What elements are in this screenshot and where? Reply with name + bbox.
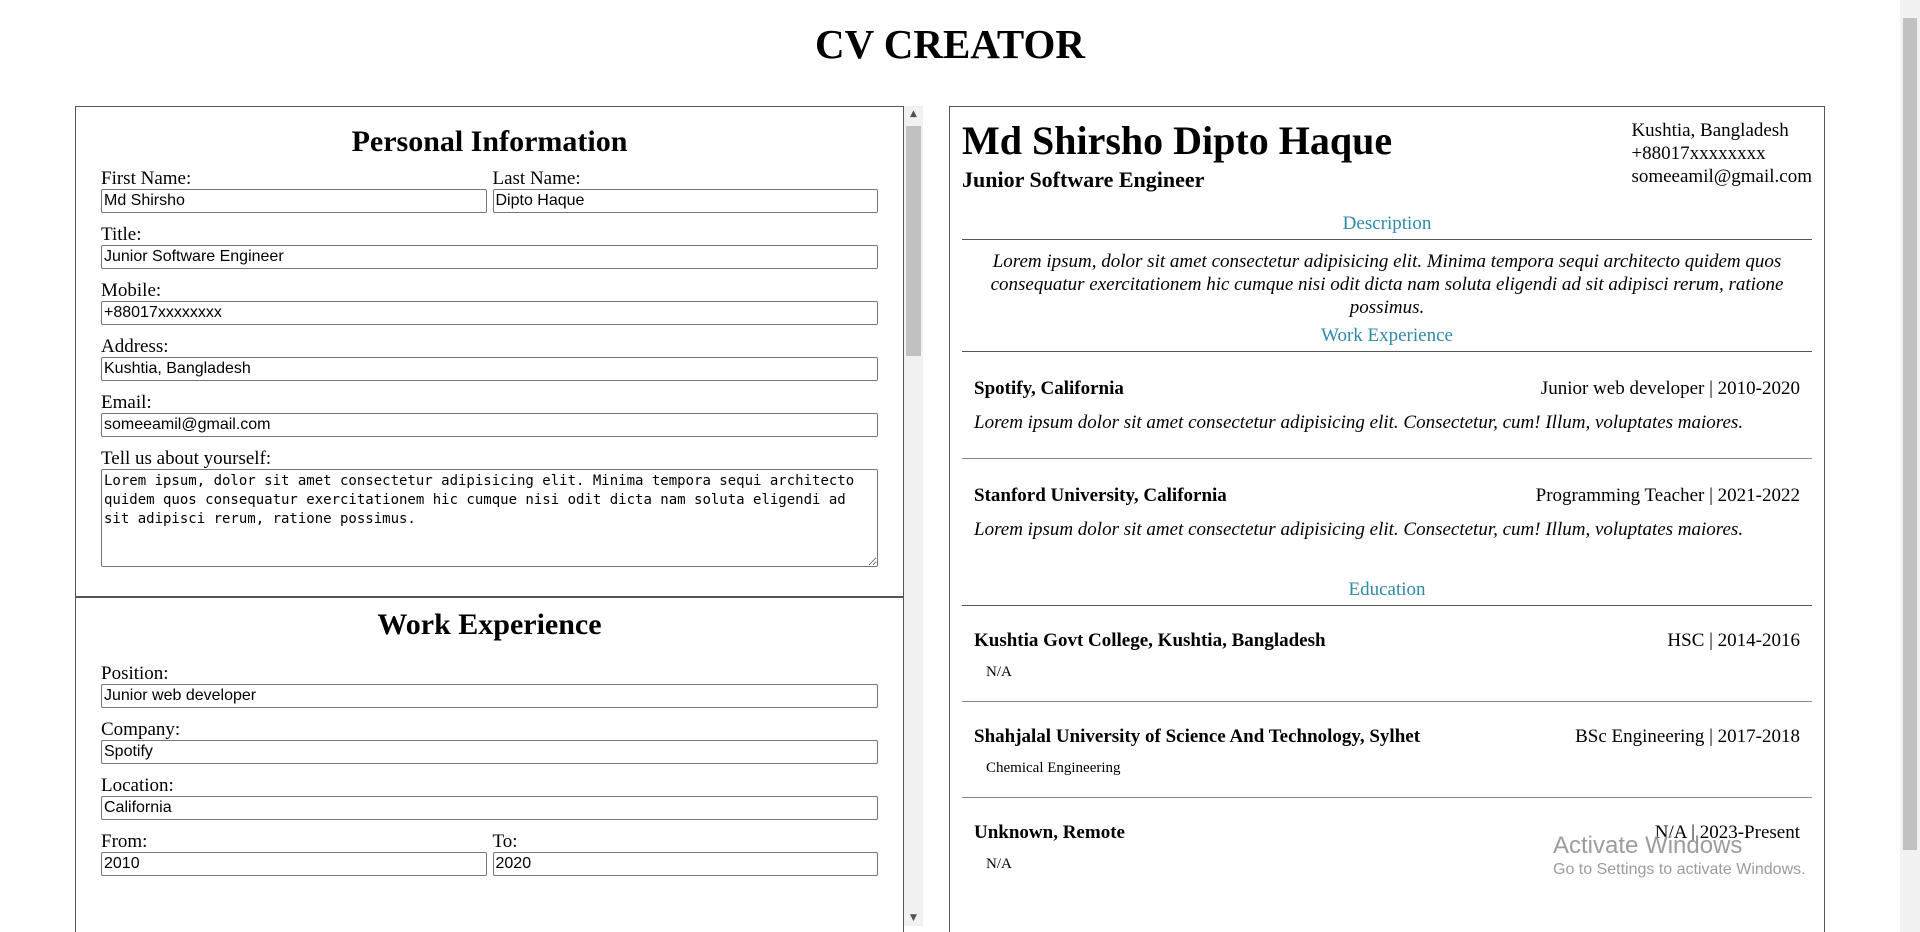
position-input[interactable] (101, 684, 878, 708)
cv-education-item: Shahjalal University of Science And Tech… (962, 702, 1812, 798)
to-label: To: (492, 831, 518, 852)
personal-info-section: Personal Information First Name: Last Na… (76, 107, 903, 598)
location-label: Location: (101, 775, 174, 796)
cv-email: someeamil@gmail.com (1631, 166, 1812, 187)
cv-work-item: Spotify, California Junior web developer… (962, 352, 1812, 459)
cv-work-desc: Lorem ipsum dolor sit amet consectetur a… (974, 519, 1744, 540)
cv-education-subject: Chemical Engineering (986, 760, 1121, 776)
company-label: Company: (101, 719, 181, 740)
scroll-down-arrow-icon[interactable]: ▼ (904, 910, 923, 926)
activate-windows-watermark: Activate Windows Go to Settings to activ… (1553, 832, 1806, 880)
work-experience-form-section: Work Experience Position: Company: Locat… (76, 598, 903, 888)
cv-education-school: Unknown, Remote (974, 822, 1125, 843)
watermark-subtitle: Go to Settings to activate Windows. (1553, 861, 1806, 878)
cv-education-degree: HSC | 2014-2016 (1667, 630, 1800, 651)
watermark-title: Activate Windows (1553, 832, 1743, 859)
cv-work-heading: Work Experience (962, 325, 1812, 352)
location-input[interactable] (101, 796, 878, 820)
cv-job-title: Junior Software Engineer (962, 167, 1205, 192)
cv-work-role: Programming Teacher | 2021-2022 (1535, 485, 1800, 506)
cv-description-heading: Description (962, 213, 1812, 240)
cv-education-subject: N/A (986, 664, 1012, 680)
company-input[interactable] (101, 740, 878, 764)
cv-name: Md Shirsho Dipto Haque (962, 118, 1393, 163)
mobile-label: Mobile: (101, 280, 162, 301)
cv-education-school: Kushtia Govt College, Kushtia, Banglades… (974, 630, 1326, 651)
to-input[interactable] (492, 852, 878, 876)
about-label: Tell us about yourself: (101, 448, 272, 469)
cv-contact: Kushtia, Bangladesh +88017xxxxxxxx somee… (1631, 119, 1812, 188)
cv-work-role: Junior web developer | 2010-2020 (1540, 378, 1800, 399)
cv-header: Md Shirsho Dipto Haque Junior Software E… (962, 107, 1812, 203)
last-name-input[interactable] (492, 189, 878, 213)
cv-work-item: Stanford University, California Programm… (962, 459, 1812, 579)
cv-work-company: Stanford University, California (974, 485, 1227, 506)
cv-work-company: Spotify, California (974, 378, 1124, 399)
cv-education-heading: Education (962, 579, 1812, 606)
cv-education-item: Kushtia Govt College, Kushtia, Banglades… (962, 606, 1812, 702)
from-input[interactable] (101, 852, 487, 876)
cv-address: Kushtia, Bangladesh (1631, 120, 1789, 141)
from-label: From: (101, 831, 148, 852)
email-label: Email: (101, 392, 152, 413)
app-title: CV CREATOR (815, 21, 1085, 67)
cv-mobile: +88017xxxxxxxx (1631, 143, 1766, 164)
title-input[interactable] (101, 245, 878, 269)
mobile-input[interactable] (101, 301, 878, 325)
position-label: Position: (101, 663, 169, 684)
page-scrollbar[interactable] (1900, 0, 1920, 932)
email-input[interactable] (101, 413, 878, 437)
cv-education-school: Shahjalal University of Science And Tech… (974, 726, 1421, 747)
cv-work-desc: Lorem ipsum dolor sit amet consectetur a… (974, 412, 1744, 433)
last-name-label: Last Name: (492, 168, 581, 189)
first-name-label: First Name: (101, 168, 192, 189)
address-label: Address: (101, 336, 169, 357)
cv-description: Lorem ipsum, dolor sit amet consectetur … (990, 251, 1784, 318)
title-label: Title: (101, 224, 142, 245)
personal-info-heading: Personal Information (351, 125, 628, 158)
page-scrollbar-thumb[interactable] (1903, 18, 1917, 850)
first-name-input[interactable] (101, 189, 487, 213)
scroll-up-arrow-icon[interactable]: ▲ (904, 106, 923, 122)
about-textarea[interactable]: Lorem ipsum, dolor sit amet consectetur … (101, 469, 878, 567)
cv-education-degree: BSc Engineering | 2017-2018 (1575, 726, 1800, 747)
address-input[interactable] (101, 357, 878, 381)
form-scrollbar-thumb[interactable] (906, 126, 921, 356)
form-scrollbar[interactable]: ▲ ▼ (904, 106, 923, 926)
cv-form-panel: Personal Information First Name: Last Na… (75, 106, 904, 932)
cv-preview: Md Shirsho Dipto Haque Junior Software E… (949, 106, 1825, 932)
work-experience-heading: Work Experience (377, 608, 602, 641)
